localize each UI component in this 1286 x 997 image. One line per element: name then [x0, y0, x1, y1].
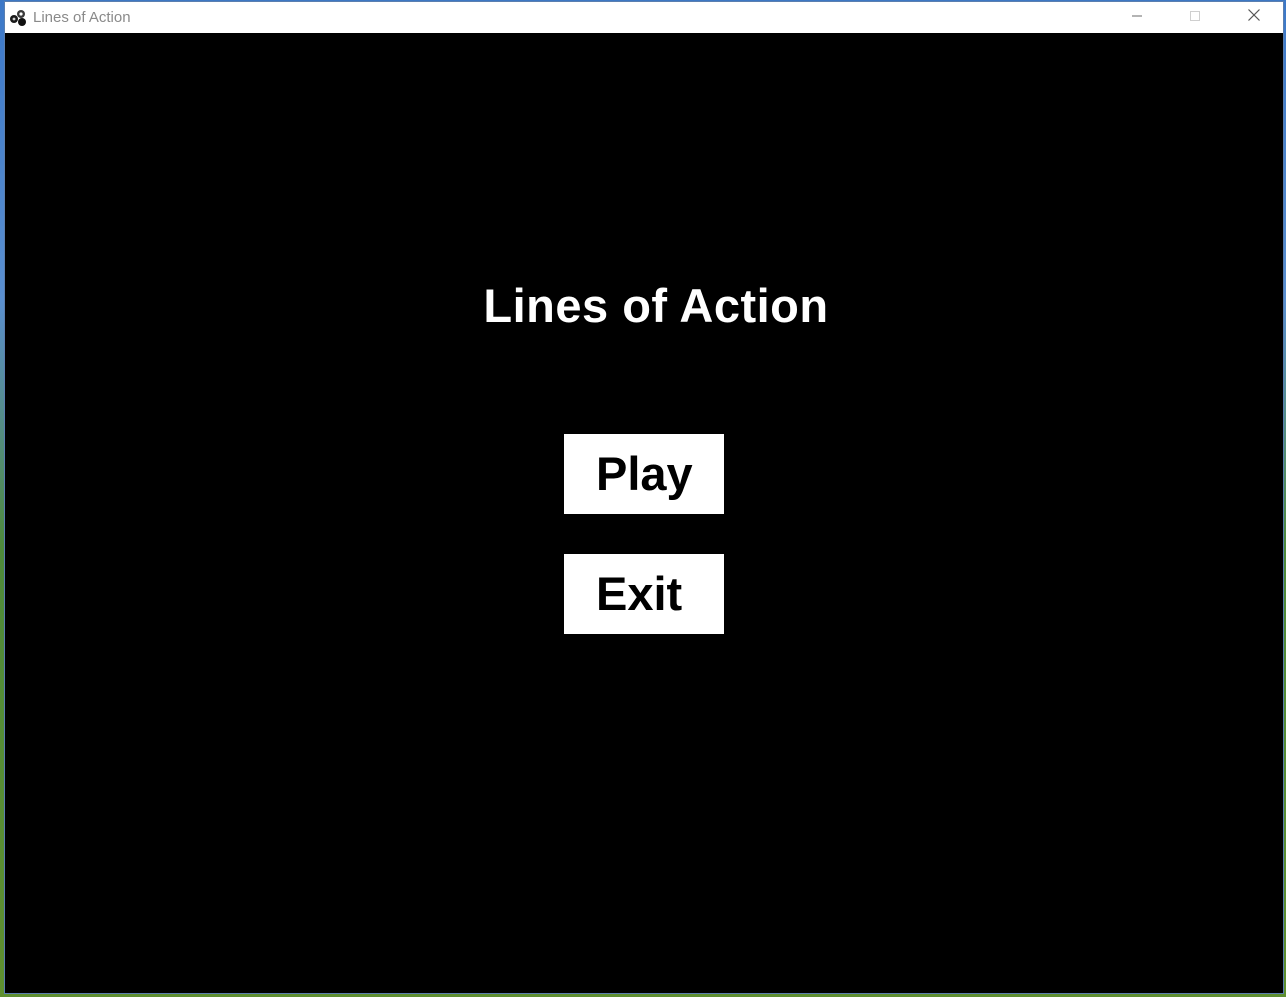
maximize-button[interactable] [1166, 2, 1224, 33]
game-title: Lines of Action [483, 279, 829, 332]
app-window: Lines of Action Lines of Action Play Exi… [4, 1, 1284, 994]
app-icon [8, 8, 28, 28]
minimize-button[interactable] [1108, 2, 1166, 33]
maximize-icon [1189, 9, 1201, 27]
window-title: Lines of Action [33, 9, 131, 26]
close-icon [1247, 8, 1261, 27]
game-canvas: Lines of Action Play Exit [5, 33, 1283, 993]
exit-button[interactable]: Exit [564, 554, 724, 634]
play-button[interactable]: Play [564, 434, 724, 514]
minimize-icon [1131, 9, 1143, 27]
title-bar[interactable]: Lines of Action [5, 2, 1283, 33]
close-button[interactable] [1225, 2, 1283, 33]
